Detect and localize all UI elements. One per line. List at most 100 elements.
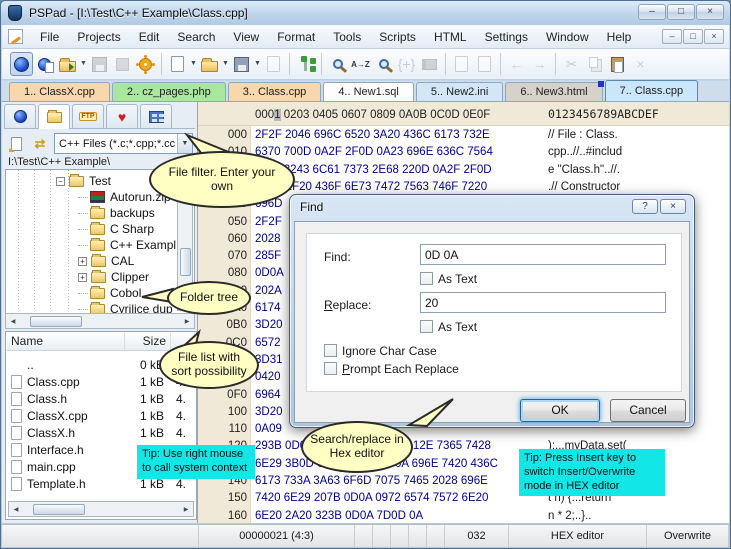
prompt-each-replace-checkbox[interactable] — [324, 362, 337, 375]
menu-settings[interactable]: Settings — [476, 27, 537, 47]
find-in-files-button[interactable] — [372, 52, 395, 76]
find-as-text-checkbox[interactable] — [420, 272, 433, 285]
file-list-row[interactable]: Class.h 1 kB 4. — [8, 390, 194, 407]
new-project-button[interactable] — [10, 52, 33, 76]
print-button[interactable] — [473, 52, 496, 76]
copy-button[interactable] — [583, 52, 606, 76]
menu-search[interactable]: Search — [168, 27, 224, 47]
mdi-close-button[interactable]: × — [704, 29, 724, 44]
title-bar[interactable]: PSPad - [I:\Test\C++ Example\Class.cpp] … — [1, 1, 730, 25]
menu-view[interactable]: View — [224, 27, 268, 47]
scroll-left-icon[interactable]: ◀ — [6, 318, 20, 325]
menu-format[interactable]: Format — [268, 27, 324, 47]
open-project-button[interactable] — [56, 52, 79, 76]
redo-button[interactable]: → — [528, 52, 551, 76]
tree-expander-icon[interactable]: + — [78, 256, 87, 266]
editor-tab[interactable]: 2.. cz_pages.php — [111, 82, 226, 101]
tree-expander-icon[interactable]: − — [56, 176, 65, 186]
find-button[interactable] — [326, 52, 349, 76]
ok-button[interactable]: OK — [520, 399, 600, 422]
panel-tab-windows[interactable] — [140, 104, 172, 128]
diff-button[interactable] — [450, 52, 473, 76]
scroll-left-icon[interactable]: ◀ — [9, 506, 23, 513]
scrollbar-thumb[interactable] — [33, 504, 85, 515]
folder-icon — [46, 109, 62, 123]
editor-tab[interactable]: 6.. New3.html — [505, 82, 603, 101]
filelist-horizontal-scrollbar[interactable]: ◀ ▶ — [8, 501, 194, 517]
dialog-close-button[interactable]: × — [660, 199, 686, 214]
maximize-button[interactable]: □ — [667, 4, 695, 20]
save-project-button[interactable] — [88, 52, 111, 76]
open-file-button-dropdown-icon[interactable]: ▼ — [221, 52, 230, 76]
tree-item[interactable]: Cobol — [78, 285, 141, 301]
replace-input[interactable] — [420, 292, 666, 313]
scrollbar-thumb[interactable] — [30, 316, 82, 327]
column-header-size[interactable]: Size — [125, 333, 171, 350]
mdi-restore-button[interactable]: □ — [683, 29, 703, 44]
save-file-button-dropdown-icon[interactable]: ▼ — [253, 52, 262, 76]
save-file-button[interactable] — [230, 52, 253, 76]
minimize-button[interactable]: – — [638, 4, 666, 20]
save-all-button[interactable] — [262, 52, 285, 76]
code-explorer-button[interactable] — [294, 52, 317, 76]
ignore-case-checkbox[interactable] — [324, 344, 337, 357]
brackets-button[interactable]: {+} — [395, 52, 418, 76]
project-file-button[interactable] — [33, 52, 56, 76]
dialog-help-button[interactable]: ? — [632, 199, 658, 214]
tree-item[interactable]: C++ Exampl — [78, 237, 176, 253]
open-file-button[interactable] — [198, 52, 221, 76]
menu-projects[interactable]: Projects — [68, 27, 129, 47]
menu-scripts[interactable]: Scripts — [370, 27, 425, 47]
tree-item[interactable]: C Sharp — [78, 221, 154, 237]
delete-button[interactable]: × — [629, 52, 652, 76]
menu-tools[interactable]: Tools — [324, 27, 370, 47]
editor-tab[interactable]: 3.. Class.cpp — [227, 82, 322, 101]
editor-tab[interactable]: 7.. Class.cpp — [597, 80, 699, 101]
menu-help[interactable]: Help — [598, 27, 641, 47]
new-file-button-dropdown-icon[interactable]: ▼ — [189, 52, 198, 76]
new-file-button[interactable] — [166, 52, 189, 76]
find-input[interactable] — [420, 244, 666, 265]
cut-button[interactable]: ✂ — [560, 52, 583, 76]
hex-row[interactable]: 000 2F2F 2046 696C 6520 3A20 436C 6173 73… — [198, 129, 729, 146]
panel-tab-favorites[interactable]: ♥ — [106, 104, 138, 128]
editor-tab[interactable]: 4.. New1.sql — [323, 82, 414, 101]
menu-edit[interactable]: Edit — [130, 27, 169, 47]
panel-tab-files[interactable] — [38, 104, 70, 129]
paste-button[interactable] — [606, 52, 629, 76]
column-header-name[interactable]: Name — [7, 333, 125, 350]
close-project-button[interactable] — [111, 52, 134, 76]
find-dialog[interactable]: Find ? × Find: As Text Replace: As Text … — [289, 194, 695, 428]
open-project-button-dropdown-icon[interactable]: ▼ — [79, 52, 88, 76]
close-button[interactable]: × — [696, 4, 724, 20]
panel-tab-ftp[interactable]: FTP — [72, 104, 104, 128]
cancel-button[interactable]: Cancel — [610, 399, 686, 422]
tree-horizontal-scrollbar[interactable]: ◀ ▶ — [5, 313, 195, 329]
menu-html[interactable]: HTML — [425, 27, 476, 47]
tree-item[interactable]: + CAL — [78, 253, 134, 269]
tree-item[interactable]: − Test — [56, 173, 111, 189]
replace-as-text-checkbox[interactable] — [420, 320, 433, 333]
project-settings-button[interactable] — [134, 52, 157, 76]
editor-tab[interactable]: 5.. New2.ini — [415, 82, 504, 101]
refresh-file-icon[interactable] — [6, 134, 26, 153]
menu-window[interactable]: Window — [537, 27, 598, 47]
scrollbar-thumb[interactable] — [180, 248, 191, 276]
file-list-row[interactable]: ClassX.cpp 1 kB 4. — [8, 407, 194, 424]
scroll-right-icon[interactable]: ▶ — [180, 318, 194, 325]
panel-tab-project[interactable] — [4, 104, 36, 128]
file-list-row[interactable]: ClassX.h 1 kB 4. — [8, 424, 194, 441]
tree-item[interactable]: backups — [78, 205, 155, 221]
editor-tab[interactable]: 1.. ClassX.cpp — [9, 82, 110, 101]
file-filter-combo[interactable]: C++ Files (*.c;*.cpp;*.cc ▼ — [54, 133, 193, 154]
sync-arrows-icon[interactable]: ⇄ — [30, 134, 50, 153]
tree-expander-icon[interactable]: + — [78, 272, 87, 282]
mdi-minimize-button[interactable]: – — [662, 29, 682, 44]
menu-file[interactable]: File — [31, 27, 68, 47]
hex-header-row: 0001 0203 0405 0607 0809 0A0B 0C0D 0E0F … — [198, 102, 729, 126]
replace-button[interactable]: A→Z — [349, 52, 372, 76]
tree-item[interactable]: + Clipper — [78, 269, 149, 285]
spell-book-button[interactable] — [418, 52, 441, 76]
scroll-right-icon[interactable]: ▶ — [179, 506, 193, 513]
undo-button[interactable]: ← — [505, 52, 528, 76]
